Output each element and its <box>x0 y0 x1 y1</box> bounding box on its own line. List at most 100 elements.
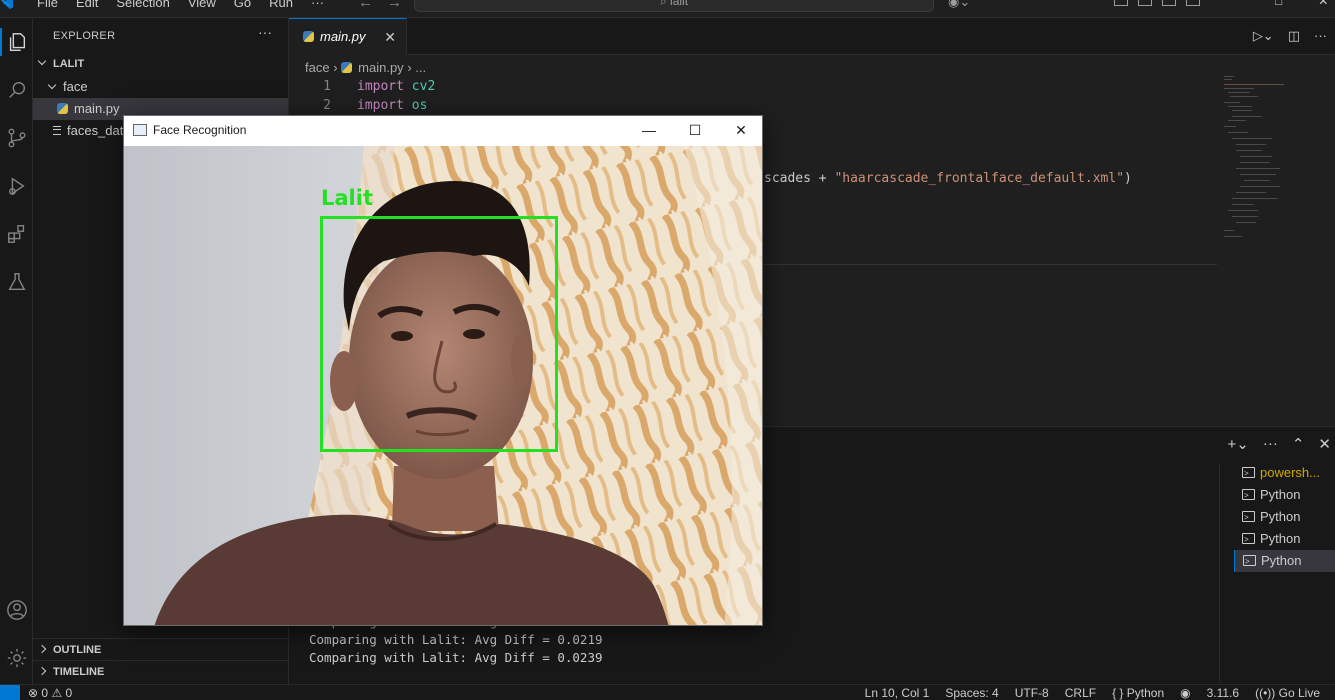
folder-face[interactable]: face <box>33 76 288 98</box>
extensions-icon[interactable] <box>0 218 33 250</box>
workspace-root[interactable]: LALIT <box>33 53 288 75</box>
terminal-item-powershell[interactable]: powersh... <box>1234 462 1335 484</box>
close-tab-icon[interactable]: ✕ <box>384 19 396 55</box>
close-icon[interactable]: ✕ <box>718 116 762 146</box>
close-panel-icon[interactable]: ✕ <box>1318 435 1331 453</box>
terminal-item-python[interactable]: Python <box>1234 506 1335 528</box>
copilot-icon[interactable]: ◉⌄ <box>948 0 970 10</box>
split-editor-icon[interactable]: ◫ <box>1288 28 1300 44</box>
maximize-icon[interactable]: ☐ <box>672 116 718 146</box>
panel-more-icon[interactable]: ··· <box>1263 435 1278 453</box>
outline-section[interactable]: OUTLINE <box>33 638 288 660</box>
panel-actions: +⌄ ··· ⌃ ✕ <box>1228 435 1331 453</box>
new-terminal-icon[interactable]: +⌄ <box>1228 435 1249 453</box>
terminal-icon <box>1243 551 1256 572</box>
terminal-item-label: powersh... <box>1260 465 1320 480</box>
run-debug-icon[interactable] <box>0 170 33 202</box>
breadcrumb-folder[interactable]: face <box>305 60 330 75</box>
forward-arrow-icon[interactable]: → <box>387 0 416 11</box>
terminal-scrollbar[interactable] <box>1219 463 1233 683</box>
minimap[interactable] <box>1224 74 1304 254</box>
menu-view[interactable]: View <box>179 0 225 10</box>
timeline-section[interactable]: TIMELINE <box>33 660 288 682</box>
terminal-icon <box>1242 463 1255 484</box>
error-icon: ⊗ <box>28 686 39 700</box>
code-string: "haarcascade_frontalface_default.xml" <box>834 171 1125 186</box>
close-window-icon[interactable]: ✕ <box>1318 0 1328 8</box>
activity-bar <box>0 18 33 684</box>
command-search[interactable]: ⌕ lalit <box>414 0 934 12</box>
back-arrow-icon[interactable]: ← <box>358 0 387 11</box>
python-file-icon <box>341 62 353 73</box>
search-view-icon[interactable] <box>0 74 33 106</box>
nav-arrows: ←→ <box>358 0 416 11</box>
menu-go[interactable]: Go <box>225 0 260 10</box>
toggle-sidebar-icon[interactable] <box>1138 0 1152 6</box>
terminal-item-label: Python <box>1260 509 1301 524</box>
cursor-position[interactable]: Ln 10, Col 1 <box>865 686 930 700</box>
explorer-title: EXPLORER <box>53 30 116 42</box>
minimize-icon[interactable]: — <box>626 116 672 146</box>
terminal-item-label: Python <box>1260 531 1301 546</box>
layout-customize-icon[interactable] <box>1114 0 1128 6</box>
braces-icon: { } <box>1112 686 1124 700</box>
maximize-panel-icon[interactable]: ⌃ <box>1292 435 1305 453</box>
chevron-down-icon <box>47 80 57 90</box>
terminal-list: powersh... Python Python Python Python <box>1234 462 1335 572</box>
error-count: 0 <box>41 686 49 700</box>
search-icon: ⌕ <box>659 0 667 8</box>
menu-more[interactable]: ··· <box>302 0 333 10</box>
file-faces-data-label: faces_data <box>67 123 131 138</box>
terminal-icon <box>1242 485 1255 506</box>
face-detection-box <box>320 216 558 452</box>
folder-face-label: face <box>63 79 88 94</box>
language-mode[interactable]: { } Python <box>1112 686 1164 700</box>
face-window-titlebar[interactable]: Face Recognition — ☐ ✕ <box>124 116 762 146</box>
code-editor[interactable]: 1 import cv2 2 import os <box>289 77 1335 115</box>
explorer-icon[interactable] <box>0 26 33 58</box>
remote-indicator[interactable] <box>0 685 20 700</box>
menu-edit[interactable]: Edit <box>67 0 107 10</box>
testing-icon[interactable] <box>0 266 33 298</box>
run-file-icon[interactable]: ▷⌄ <box>1253 28 1274 44</box>
line-number: 2 <box>323 98 331 113</box>
menu-file[interactable]: File <box>28 0 67 10</box>
window-controls: □ ✕ <box>1275 0 1328 8</box>
python-version[interactable]: 3.11.6 <box>1207 686 1239 700</box>
status-bar: ⊗ 0 ⚠ 0 Ln 10, Col 1 Spaces: 4 UTF-8 CRL… <box>0 684 1335 700</box>
code-line: 2 import os <box>289 96 1335 115</box>
account-icon[interactable] <box>0 594 33 626</box>
breadcrumb-symbols[interactable]: ... <box>415 60 426 75</box>
toggle-panel-icon[interactable] <box>1162 0 1176 6</box>
problems-indicator[interactable]: ⊗ 0 ⚠ 0 <box>28 686 72 700</box>
title-bar: File Edit Selection View Go Run ··· ←→ ⌕… <box>0 0 1335 18</box>
code-keyword: import <box>357 98 404 113</box>
status-right: Ln 10, Col 1 Spaces: 4 UTF-8 CRLF { } Py… <box>865 686 1320 700</box>
toggle-secondary-sidebar-icon[interactable] <box>1186 0 1200 6</box>
encoding[interactable]: UTF-8 <box>1015 686 1049 700</box>
terminal-item-label: Python <box>1260 487 1301 502</box>
terminal-item-python-active[interactable]: Python <box>1234 550 1335 572</box>
go-live-button[interactable]: ((•)) Go Live <box>1255 686 1320 700</box>
restore-window-icon[interactable]: □ <box>1275 0 1282 8</box>
settings-gear-icon[interactable] <box>0 642 33 674</box>
terminal-item-python[interactable]: Python <box>1234 528 1335 550</box>
code-line-partial: scades + "haarcascade_frontalface_defaul… <box>764 171 1132 186</box>
source-control-icon[interactable] <box>0 122 33 154</box>
workspace-root-label: LALIT <box>53 58 85 70</box>
tab-main-py[interactable]: main.py ✕ <box>289 18 407 55</box>
layout-controls <box>1114 0 1200 6</box>
terminal-item-label: Python <box>1261 553 1302 568</box>
explorer-more-button[interactable]: ··· <box>258 24 272 40</box>
text-file-icon <box>53 126 61 135</box>
terminal-item-python[interactable]: Python <box>1234 484 1335 506</box>
chevron-right-icon <box>37 666 47 676</box>
line-ending[interactable]: CRLF <box>1065 686 1096 700</box>
menu-selection[interactable]: Selection <box>107 0 178 10</box>
menu-run[interactable]: Run <box>260 0 302 10</box>
indentation[interactable]: Spaces: 4 <box>945 686 998 700</box>
copilot-status-icon[interactable]: ◉ <box>1180 686 1190 700</box>
terminal-icon <box>1242 529 1255 550</box>
editor-more-icon[interactable]: ··· <box>1314 28 1327 44</box>
breadcrumb-file[interactable]: main.py <box>358 60 404 75</box>
